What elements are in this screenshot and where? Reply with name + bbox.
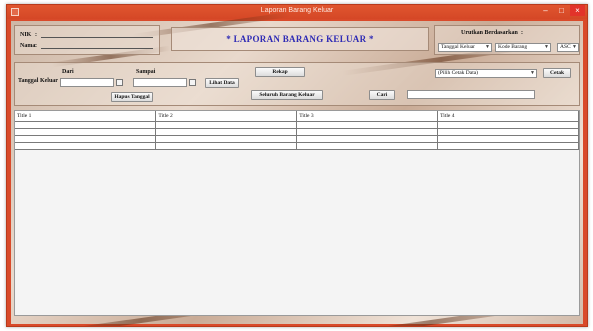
sort-order-select[interactable]: ASC ▼: [557, 43, 579, 52]
sort-field-select[interactable]: Tanggal Keluar ▼: [438, 43, 492, 52]
maximize-button[interactable]: □: [554, 5, 569, 16]
sort-panel: Urutkan Berdasarkan : Tanggal Keluar ▼ K…: [434, 25, 580, 55]
seluruh-barang-keluar-button[interactable]: Seluruh Barang Keluar: [251, 90, 323, 100]
table-cell[interactable]: [15, 135, 157, 143]
table-cell[interactable]: [15, 142, 157, 150]
close-button[interactable]: ×: [570, 5, 585, 16]
table-cell[interactable]: [437, 142, 579, 150]
table-cell[interactable]: [437, 128, 579, 136]
page-title: * LAPORAN BARANG KELUAR *: [226, 34, 374, 44]
table-cell[interactable]: [155, 142, 298, 150]
table-cell[interactable]: [296, 121, 439, 129]
table-row[interactable]: [15, 121, 579, 129]
sort-label: Urutkan Berdasarkan: [461, 30, 518, 36]
table-row[interactable]: [15, 128, 579, 136]
table-cell[interactable]: [155, 121, 298, 129]
chevron-down-icon: ▼: [530, 71, 535, 76]
cetak-data-select[interactable]: (Pilih Cetak Data) ▼: [435, 69, 537, 78]
sampai-label: Sampai: [136, 69, 156, 75]
sampai-date-input[interactable]: [133, 78, 187, 87]
title-bar[interactable]: Laporan Barang Keluar – □ ×: [7, 5, 587, 19]
sort-separator: :: [521, 30, 523, 36]
tanggal-keluar-label: Tanggal Keluar: [18, 78, 58, 84]
nik-value: [41, 37, 153, 38]
chevron-down-icon: ▼: [485, 45, 490, 50]
cari-button[interactable]: Cari: [369, 90, 395, 100]
chevron-down-icon: ▼: [572, 45, 577, 50]
calendar-icon[interactable]: [116, 79, 123, 86]
table-cell[interactable]: [437, 135, 579, 143]
nama-value: [41, 48, 153, 49]
rekap-button[interactable]: Rekap: [255, 67, 305, 77]
lihat-data-button[interactable]: Lihat Data: [205, 78, 239, 88]
app-window: Laporan Barang Keluar – □ × NIK : Nama :…: [6, 4, 588, 327]
table-cell[interactable]: [296, 135, 439, 143]
sort-order-value: ASC: [560, 44, 571, 50]
table-row[interactable]: [15, 135, 579, 143]
table-cell[interactable]: [296, 128, 439, 136]
table-cell[interactable]: [15, 128, 157, 136]
column-header[interactable]: Title 1: [15, 111, 157, 122]
cetak-button[interactable]: Cetak: [543, 68, 571, 78]
sort-field2-select[interactable]: Kode Barang ▼: [495, 43, 551, 52]
search-input[interactable]: [407, 90, 535, 99]
cetak-data-value: (Pilih Cetak Data): [438, 70, 479, 76]
table-cell[interactable]: [437, 121, 579, 129]
table-cell[interactable]: [296, 142, 439, 150]
header-panel: * LAPORAN BARANG KELUAR *: [171, 27, 429, 51]
sort-field2-value: Kode Barang: [498, 44, 528, 50]
sort-field-value: Tanggal Keluar: [441, 44, 475, 50]
form-body: NIK : Nama : * LAPORAN BARANG KELUAR * U…: [11, 11, 583, 326]
nik-separator: :: [35, 32, 37, 38]
data-table[interactable]: Title 1 Title 2 Title 3 Title 4: [14, 110, 580, 316]
table-cell[interactable]: [15, 121, 157, 129]
minimize-button[interactable]: –: [538, 5, 553, 16]
calendar-icon[interactable]: [189, 79, 196, 86]
column-header[interactable]: Title 3: [296, 111, 439, 122]
column-header[interactable]: Title 4: [437, 111, 579, 122]
table-cell[interactable]: [155, 128, 298, 136]
window-title: Laporan Barang Keluar: [260, 7, 334, 14]
table-cell[interactable]: [155, 135, 298, 143]
filter-panel: Dari Sampai Tanggal Keluar Lihat Data Ha…: [14, 62, 580, 106]
table-header-row: Title 1 Title 2 Title 3 Title 4: [15, 111, 579, 122]
nama-label: Nama: [20, 43, 36, 49]
nik-label: NIK: [20, 32, 32, 38]
dari-label: Dari: [62, 69, 74, 75]
dari-date-input[interactable]: [60, 78, 114, 87]
hapus-tanggal-button[interactable]: Hapus Tanggal: [111, 92, 153, 102]
nama-separator: :: [35, 43, 37, 49]
table-row[interactable]: [15, 142, 579, 150]
barang-keluar-table: Title 1 Title 2 Title 3 Title 4: [15, 111, 579, 150]
chevron-down-icon: ▼: [544, 45, 549, 50]
user-info-panel: NIK : Nama :: [14, 25, 160, 55]
column-header[interactable]: Title 2: [155, 111, 298, 122]
